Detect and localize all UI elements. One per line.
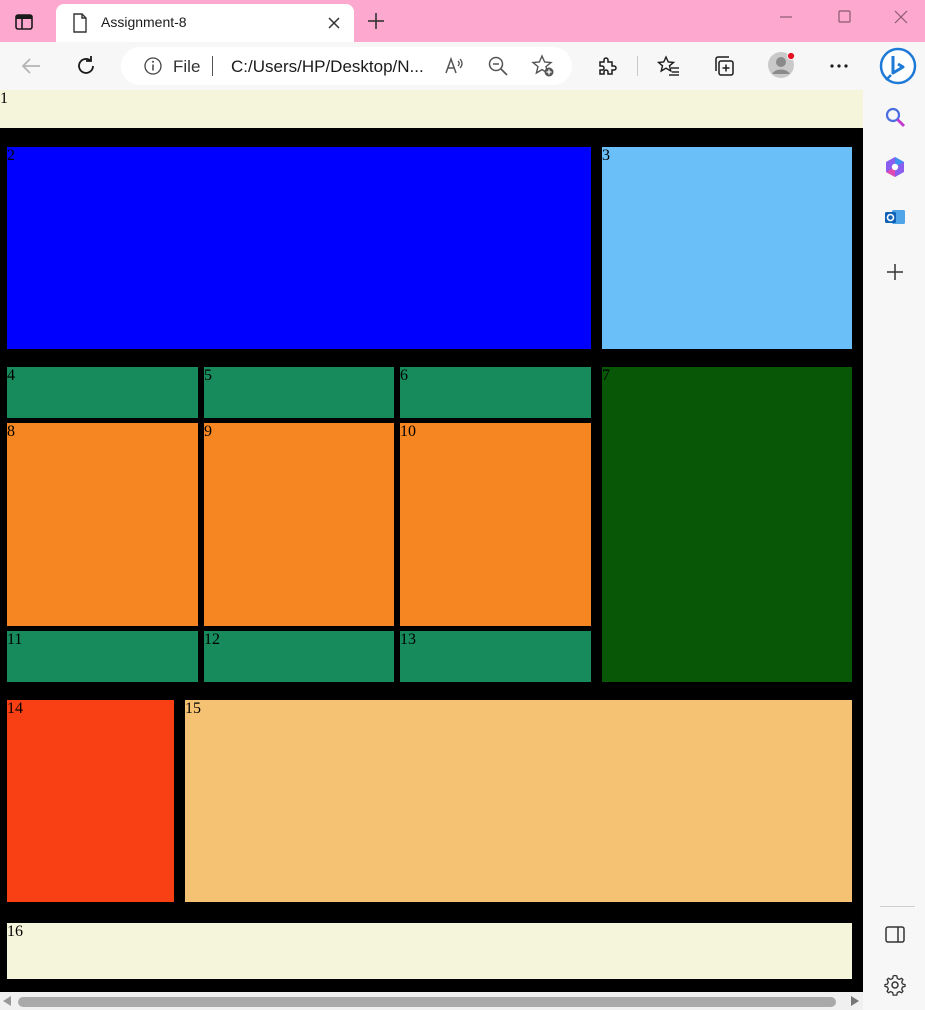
avatar-icon[interactable] bbox=[766, 50, 796, 80]
box-label: 3 bbox=[602, 147, 610, 164]
address-scheme: File bbox=[173, 57, 201, 76]
box-label: 7 bbox=[602, 367, 610, 384]
browser-tab[interactable]: Assignment-8 bbox=[56, 4, 354, 42]
zoom-out-icon[interactable] bbox=[486, 54, 510, 78]
address-bar[interactable]: File C:/Users/HP/Desktop/N... bbox=[121, 47, 572, 85]
box-label: 6 bbox=[400, 367, 408, 384]
scroll-left-arrow-icon[interactable] bbox=[3, 996, 11, 1006]
grid-box-6: 6 bbox=[400, 367, 591, 418]
puzzle-icon[interactable] bbox=[595, 54, 619, 78]
sidebar-toggle-icon[interactable] bbox=[14, 12, 34, 32]
grid-box-15: 15 bbox=[185, 700, 852, 902]
read-aloud-icon[interactable] bbox=[442, 54, 466, 78]
scroll-right-arrow-icon[interactable] bbox=[851, 996, 859, 1006]
copilot-icon[interactable] bbox=[884, 156, 906, 178]
address-url[interactable]: C:/Users/HP/Desktop/N... bbox=[231, 57, 424, 77]
box-label: 2 bbox=[7, 147, 15, 164]
refresh-icon[interactable] bbox=[74, 54, 98, 78]
box-label: 14 bbox=[7, 700, 23, 717]
grid-box-11: 11 bbox=[7, 631, 198, 682]
edge-sidebar bbox=[863, 42, 925, 1010]
page-viewport: 1 2 3 4 5 6 7 8 9 10 11 12 13 14 15 16 bbox=[0, 90, 863, 992]
grid-box-8: 8 bbox=[7, 423, 198, 626]
box-label: 15 bbox=[185, 700, 201, 717]
address-separator bbox=[212, 56, 213, 76]
box-label: 12 bbox=[204, 631, 220, 648]
box-label: 10 bbox=[400, 423, 416, 440]
bing-icon[interactable] bbox=[878, 46, 918, 86]
browser-toolbar: File C:/Users/HP/Desktop/N... bbox=[0, 42, 925, 90]
box-label: 16 bbox=[7, 923, 23, 940]
toolbar-separator bbox=[637, 56, 638, 76]
info-icon[interactable] bbox=[143, 56, 163, 76]
grid-box-13: 13 bbox=[400, 631, 591, 682]
star-add-icon[interactable] bbox=[531, 54, 555, 78]
grid-box-7: 7 bbox=[602, 367, 852, 682]
favorites-icon[interactable] bbox=[657, 54, 681, 78]
gear-icon[interactable] bbox=[884, 974, 906, 996]
grid-box-3: 3 bbox=[602, 147, 852, 349]
horizontal-scrollbar[interactable] bbox=[0, 992, 863, 1010]
grid-box-12: 12 bbox=[204, 631, 394, 682]
box-label: 8 bbox=[7, 423, 15, 440]
box-label: 4 bbox=[7, 367, 15, 384]
box-label: 13 bbox=[400, 631, 416, 648]
box-label: 9 bbox=[204, 423, 212, 440]
sidebar-panel-icon[interactable] bbox=[884, 924, 906, 946]
box-label: 11 bbox=[7, 631, 23, 648]
maximize-icon[interactable] bbox=[834, 8, 854, 28]
grid-box-4: 4 bbox=[7, 367, 198, 418]
grid-box-14: 14 bbox=[7, 700, 174, 902]
grid-box-9: 9 bbox=[204, 423, 394, 626]
grid-box-5: 5 bbox=[204, 367, 394, 418]
window-close-icon[interactable] bbox=[891, 8, 911, 28]
arrow-left-icon[interactable] bbox=[19, 54, 43, 78]
close-icon[interactable] bbox=[326, 15, 342, 31]
grid-box-2: 2 bbox=[7, 147, 591, 349]
grid-box-10: 10 bbox=[400, 423, 591, 626]
scrollbar-thumb[interactable] bbox=[18, 997, 836, 1007]
document-icon bbox=[73, 13, 87, 33]
sidebar-separator bbox=[880, 906, 915, 907]
collections-icon[interactable] bbox=[712, 54, 736, 78]
outlook-icon[interactable] bbox=[884, 206, 906, 228]
title-bar: Assignment-8 bbox=[0, 0, 925, 42]
ellipsis-icon[interactable] bbox=[827, 54, 851, 78]
tab-title: Assignment-8 bbox=[101, 14, 187, 30]
plus-icon[interactable] bbox=[366, 11, 386, 31]
search-icon[interactable] bbox=[884, 106, 906, 128]
box-label: 1 bbox=[0, 90, 8, 107]
grid-box-16: 16 bbox=[7, 923, 852, 979]
plus-icon[interactable] bbox=[884, 261, 906, 283]
minimize-icon[interactable] bbox=[776, 8, 796, 28]
grid-box-1: 1 bbox=[0, 90, 863, 128]
box-label: 5 bbox=[204, 367, 212, 384]
